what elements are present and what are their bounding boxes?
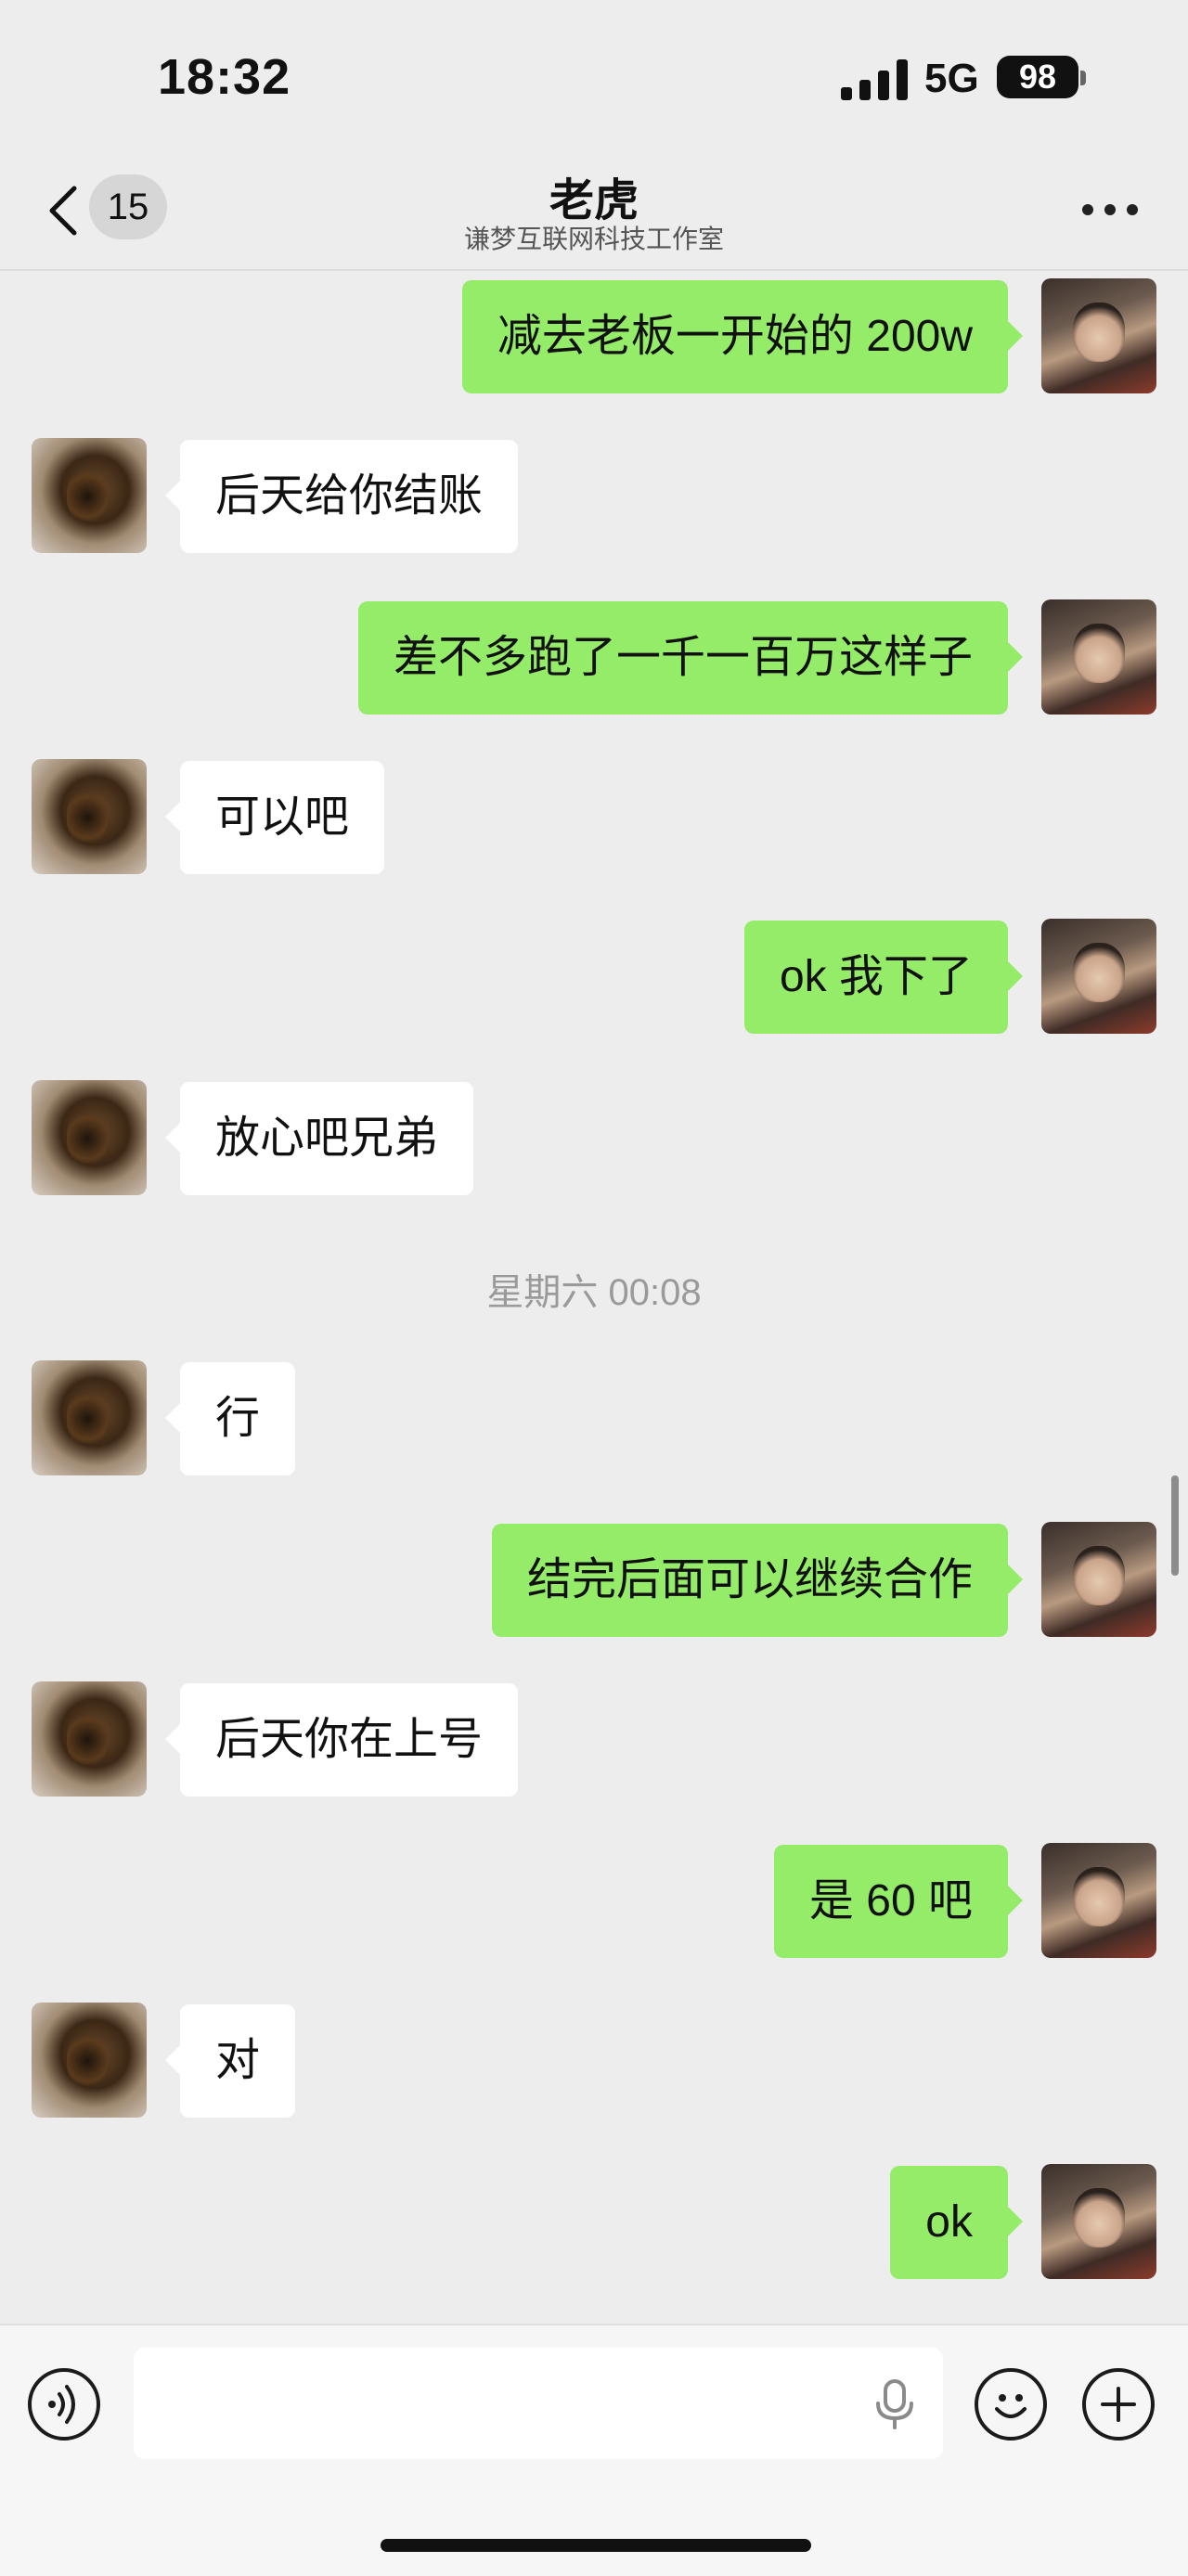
message-bubble-received[interactable]: 放心吧兄弟 <box>164 1082 474 1195</box>
battery-tip <box>1080 71 1086 85</box>
status-time: 18:32 <box>158 49 291 105</box>
message-bubble-received[interactable]: 后天你在上号 <box>164 1683 519 1797</box>
message-bubble-received[interactable]: 对 <box>164 2004 296 2118</box>
message-bubble-sent[interactable]: ok 我下了 <box>743 921 1024 1034</box>
battery-icon: 98 <box>997 56 1078 98</box>
self-avatar[interactable] <box>1041 278 1156 393</box>
contact-avatar[interactable] <box>32 438 147 553</box>
contact-avatar[interactable] <box>32 1360 147 1475</box>
microphone-icon[interactable] <box>869 2377 921 2429</box>
message-bubble-received[interactable]: 可以吧 <box>164 761 385 874</box>
contact-avatar[interactable] <box>32 2003 147 2118</box>
message-bubble-sent[interactable]: ok <box>890 2166 1023 2279</box>
more-actions-button[interactable] <box>1082 2368 1155 2441</box>
signal-strength-icon <box>841 58 910 100</box>
chat-timestamp: 星期六 00:08 <box>486 1272 702 1313</box>
network-type: 5G <box>924 56 979 101</box>
smiley-icon <box>995 2394 1027 2418</box>
contact-avatar[interactable] <box>32 1681 147 1797</box>
plus-circle-icon <box>1101 2387 1136 2422</box>
self-avatar[interactable] <box>1041 599 1156 715</box>
voice-toggle-button[interactable] <box>28 2368 100 2441</box>
contact-avatar[interactable] <box>32 1080 147 1195</box>
voice-wave-icon <box>48 2385 75 2424</box>
message-bubble-sent[interactable]: 差不多跑了一千一百万这样子 <box>357 601 1024 715</box>
emoji-button[interactable] <box>975 2368 1047 2441</box>
message-bubble-sent[interactable]: 是 60 吧 <box>773 1845 1024 1958</box>
self-avatar[interactable] <box>1041 919 1156 1034</box>
message-bubble-sent[interactable]: 减去老板一开始的 200w <box>461 280 1024 393</box>
status-bar: 18:32 5G 98 <box>0 0 1188 158</box>
chat-header: 15 老虎 谦梦互联网科技工作室 <box>0 158 1188 271</box>
input-bar <box>0 2324 1188 2576</box>
self-avatar[interactable] <box>1041 1843 1156 1958</box>
self-avatar[interactable] <box>1041 2164 1156 2279</box>
message-bubble-sent[interactable]: 结完后面可以继续合作 <box>491 1524 1024 1637</box>
home-indicator[interactable] <box>381 2539 811 2552</box>
message-bubble-received[interactable]: 后天给你结账 <box>164 440 519 553</box>
contact-avatar[interactable] <box>32 759 147 874</box>
self-avatar[interactable] <box>1041 1522 1156 1637</box>
chat-subtitle: 谦梦互联网科技工作室 <box>463 225 724 253</box>
message-input[interactable] <box>134 2348 943 2459</box>
more-dots-icon[interactable] <box>1082 204 1138 215</box>
scrollbar[interactable] <box>1171 1475 1179 1576</box>
message-bubble-received[interactable]: 行 <box>164 1362 296 1475</box>
